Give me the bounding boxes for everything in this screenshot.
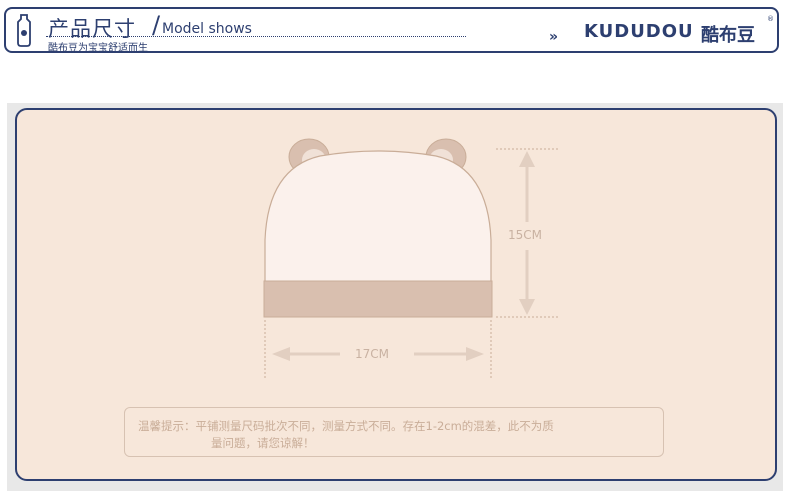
hat-brim	[263, 280, 493, 318]
note-line-2: 量问题，请您谅解！	[211, 436, 315, 450]
note-line-1: 温馨提示：平铺测量尺码批次不同，测量方式不同。存在1-2cm的混差，此不为质	[138, 419, 554, 433]
measurement-note: 温馨提示：平铺测量尺码批次不同，测量方式不同。存在1-2cm的混差，此不为质 量…	[124, 407, 664, 457]
hat-body	[264, 150, 492, 283]
height-label: 15CM	[508, 228, 543, 242]
width-label: 17CM	[355, 347, 390, 361]
